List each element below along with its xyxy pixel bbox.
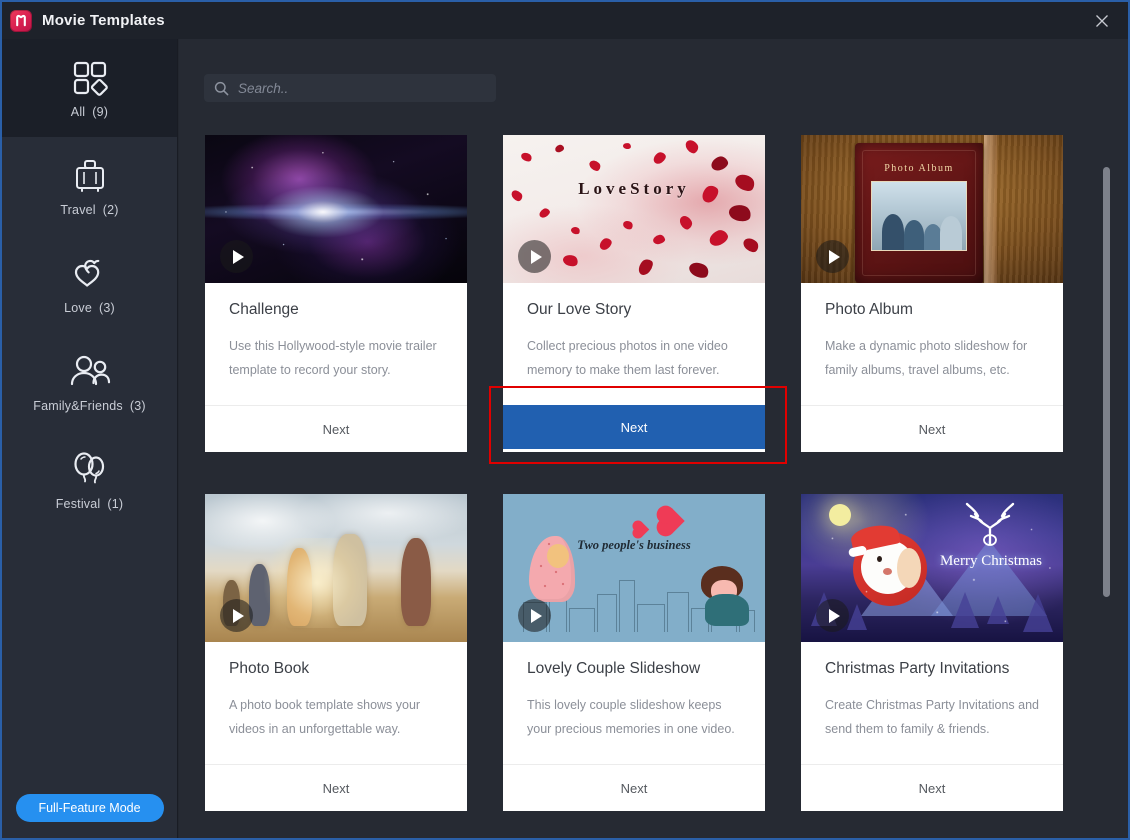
play-icon[interactable] — [220, 240, 253, 273]
template-card-lovely-couple-slideshow[interactable]: Two people's business Lovely Couple Slid… — [503, 494, 765, 811]
balloons-icon — [69, 449, 111, 491]
people-icon — [67, 351, 113, 393]
thumbnail-caption: Merry Christmas — [939, 553, 1043, 569]
main-content: Challenge Use this Hollywood-style movie… — [179, 39, 1128, 838]
template-description: A photo book template shows your videos … — [229, 698, 421, 737]
sidebar-item-travel-label: Travel (2) — [60, 203, 118, 217]
template-description: Use this Hollywood-style movie trailer t… — [229, 339, 437, 378]
template-title: Christmas Party Invitations — [825, 660, 1010, 677]
template-description: Collect precious photos in one video mem… — [527, 339, 728, 378]
template-title: Photo Book — [229, 660, 310, 677]
next-button[interactable]: Next — [503, 764, 765, 811]
template-thumbnail[interactable]: Merry Christmas — [801, 494, 1063, 642]
movie-templates-window: Movie Templates All (9) Travel (2) Love … — [0, 0, 1130, 840]
template-body: Photo Album Make a dynamic photo slidesh… — [801, 283, 1063, 405]
template-body: Challenge Use this Hollywood-style movie… — [205, 283, 467, 405]
template-title: Challenge — [229, 301, 299, 318]
thumbnail-caption: Two people's business — [577, 538, 691, 552]
grid-icon — [70, 57, 110, 99]
search-input[interactable] — [238, 80, 486, 96]
template-thumbnail[interactable]: Photo Album — [801, 135, 1063, 283]
play-icon[interactable] — [220, 599, 253, 632]
sidebar-item-festival[interactable]: Festival (1) — [2, 431, 177, 529]
template-card-photo-album[interactable]: Photo Album Photo Album Make a dynamic p… — [801, 135, 1063, 452]
scrollbar-thumb[interactable] — [1103, 167, 1110, 597]
search-icon — [214, 81, 229, 96]
template-grid: Challenge Use this Hollywood-style movie… — [205, 135, 1093, 811]
template-body: Christmas Party Invitations Create Chris… — [801, 642, 1063, 764]
sidebar-item-all-label: All (9) — [71, 105, 108, 119]
template-body: Our Love Story Collect precious photos i… — [503, 283, 765, 402]
template-description: Make a dynamic photo slideshow for famil… — [825, 339, 1028, 378]
template-title: Our Love Story — [527, 301, 632, 318]
scrollbar-track[interactable] — [1103, 135, 1110, 825]
sidebar-count-text: (3) — [129, 399, 146, 413]
play-icon[interactable] — [518, 599, 551, 632]
sidebar-item-love-label: Love (3) — [64, 301, 115, 315]
sidebar: All (9) Travel (2) Love (3) Family&Frien… — [2, 39, 178, 838]
sidebar-count-text: (1) — [107, 497, 124, 511]
window-title: Movie Templates — [42, 12, 165, 29]
sidebar-label-text: Love — [64, 301, 92, 315]
next-button[interactable]: Next — [503, 405, 765, 449]
template-card-our-love-story[interactable]: LoveStory Our Love Story Collect preciou… — [503, 135, 765, 452]
sidebar-item-travel[interactable]: Travel (2) — [2, 137, 177, 235]
template-title: Photo Album — [825, 301, 913, 318]
full-feature-mode-container: Full-Feature Mode — [2, 776, 177, 838]
template-card-challenge[interactable]: Challenge Use this Hollywood-style movie… — [205, 135, 467, 452]
sidebar-item-family-friends-label: Family&Friends (3) — [33, 399, 146, 413]
template-card-christmas-party-invitations[interactable]: Merry Christmas Christmas Party Invitati… — [801, 494, 1063, 811]
next-button[interactable]: Next — [801, 405, 1063, 452]
sidebar-item-all[interactable]: All (9) — [2, 39, 177, 137]
template-thumbnail[interactable] — [205, 135, 467, 283]
template-description: This lovely couple slideshow keeps your … — [527, 698, 735, 737]
next-button[interactable]: Next — [205, 405, 467, 452]
thumbnail-caption: LoveStory — [578, 179, 690, 198]
sidebar-count-text: (2) — [102, 203, 119, 217]
full-feature-mode-button[interactable]: Full-Feature Mode — [15, 794, 164, 822]
next-button[interactable]: Next — [205, 764, 467, 811]
thumbnail-caption: Photo Album — [884, 163, 954, 174]
hearts-icon — [69, 253, 111, 295]
sidebar-label-text: Festival — [55, 497, 101, 511]
sidebar-label-text: All — [70, 105, 86, 119]
template-body: Lovely Couple Slideshow This lovely coup… — [503, 642, 765, 764]
play-icon[interactable] — [816, 599, 849, 632]
sidebar-count-text: (3) — [99, 301, 115, 315]
sidebar-count-text: (9) — [92, 105, 109, 119]
template-description: Create Christmas Party Invitations and s… — [825, 698, 1039, 737]
template-body: Photo Book A photo book template shows y… — [205, 642, 467, 764]
search-bar[interactable] — [204, 74, 496, 102]
play-icon[interactable] — [816, 240, 849, 273]
close-icon[interactable] — [1080, 2, 1124, 39]
sidebar-label-text: Family&Friends — [33, 399, 123, 413]
template-card-photo-book[interactable]: Photo Book A photo book template shows y… — [205, 494, 467, 811]
template-thumbnail[interactable] — [205, 494, 467, 642]
movie-maker-logo-icon — [10, 9, 32, 32]
sidebar-item-love[interactable]: Love (3) — [2, 235, 177, 333]
sidebar-item-family-friends[interactable]: Family&Friends (3) — [2, 333, 177, 431]
sidebar-label-text: Travel — [60, 203, 96, 217]
sidebar-item-festival-label: Festival (1) — [56, 497, 124, 511]
suitcase-icon — [70, 155, 110, 197]
title-bar: Movie Templates — [2, 2, 1128, 39]
template-thumbnail[interactable]: LoveStory — [503, 135, 765, 283]
reindeer-antlers-icon — [951, 498, 1029, 546]
template-title: Lovely Couple Slideshow — [527, 660, 701, 677]
next-button[interactable]: Next — [801, 764, 1063, 811]
template-thumbnail[interactable]: Two people's business — [503, 494, 765, 642]
play-icon[interactable] — [518, 240, 551, 273]
